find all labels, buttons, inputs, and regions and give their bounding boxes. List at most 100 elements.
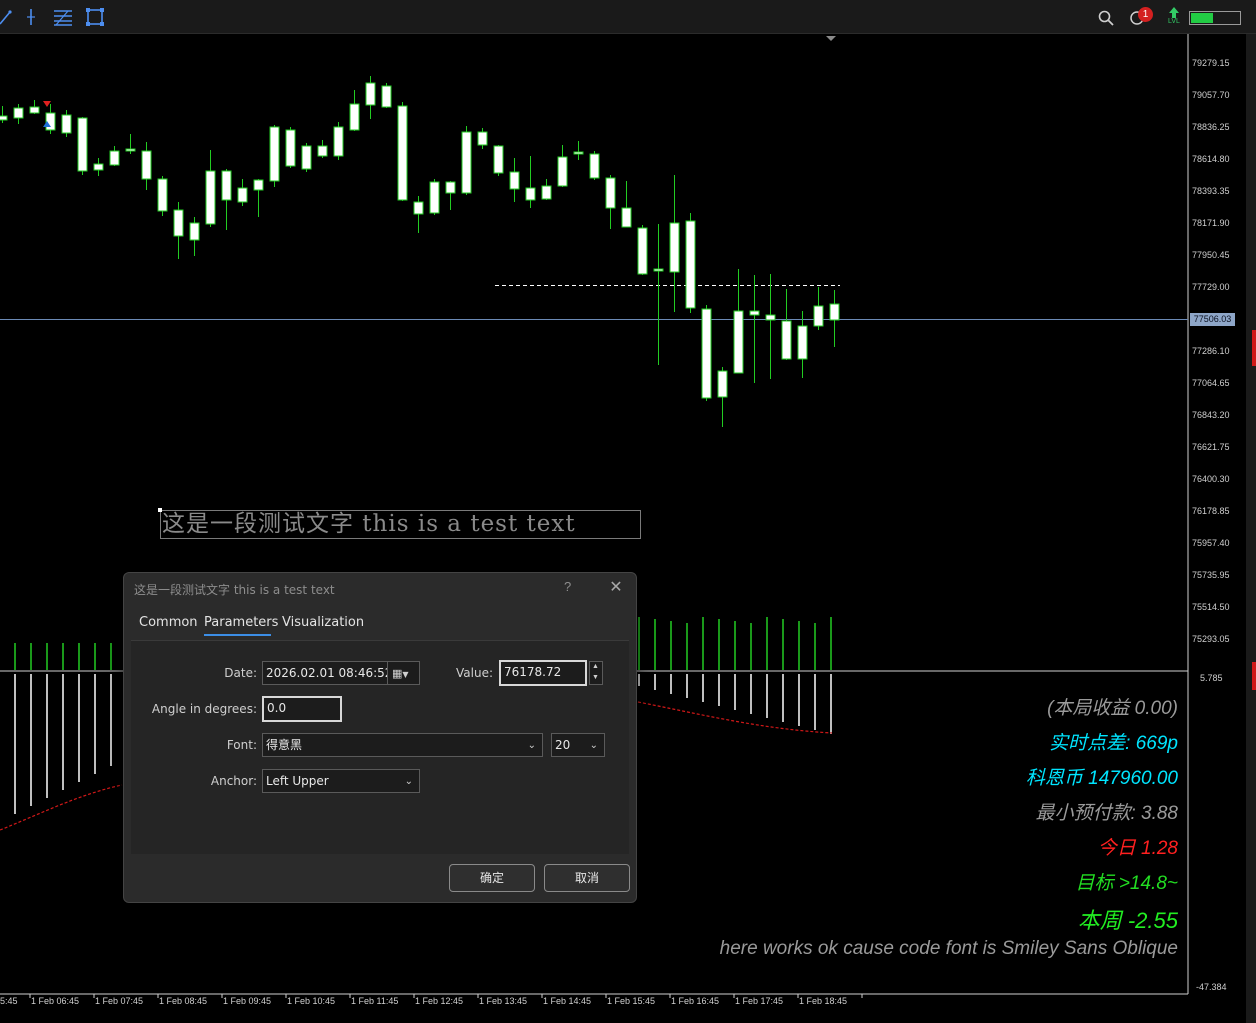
shapes-tool-icon[interactable] [84,6,106,28]
candle-body [317,145,328,157]
candle-body [0,115,8,121]
candle-body [493,145,504,174]
value-input[interactable]: 76178.72 [499,660,587,686]
time-label: 1 Feb 09:45 [223,996,272,1006]
font-select[interactable]: 得意黑 ⌄ [262,733,543,757]
candle-body [285,129,296,167]
battery-level-meter [1189,11,1241,25]
candle-body [749,310,760,316]
price-label: 77729.00 [1192,282,1230,292]
angle-input[interactable]: 0.0 [262,696,342,722]
candle-body [797,325,808,360]
chart-toolbar: 1 LVL [0,0,1256,34]
candle-body [13,107,24,119]
time-label: 1 Feb 06:45 [31,996,80,1006]
candle-body [221,170,232,201]
font-select-value: 得意黑 [266,738,303,752]
active-tab-indicator [204,634,271,636]
time-label: 1 Feb 08:45 [159,996,208,1006]
text-object-anchor-handle[interactable] [158,508,162,512]
price-label: 79057.70 [1192,90,1230,100]
candle-body [205,170,216,225]
cancel-button[interactable]: 取消 [544,864,630,892]
tab-parameters[interactable]: Parameters [204,615,278,630]
price-label: 75514.50 [1192,602,1230,612]
candle-body [29,106,40,114]
balance-label: 科恩币 147960.00 [1025,768,1178,789]
candle-body [109,150,120,166]
candle-body [525,187,536,201]
price-label: 76400.30 [1192,474,1230,484]
candle-body [733,310,744,374]
vertical-line-tool-icon[interactable] [20,6,42,28]
price-label: 75957.40 [1192,538,1230,548]
ok-button[interactable]: 确定 [449,864,535,892]
stepper-up-icon[interactable]: ▲ [592,663,599,670]
level-arrow-icon [1169,7,1179,18]
candle-body [653,268,664,272]
candle-body [781,320,792,360]
font-label: Font: [226,738,257,752]
value-stepper[interactable]: ▲ ▼ [589,661,603,685]
help-button[interactable]: ? [564,579,571,594]
search-icon[interactable] [1098,10,1114,26]
candle-body [445,181,456,194]
fibonacci-tool-icon[interactable] [52,6,74,28]
chevron-down-icon: ⌄ [527,740,536,751]
notification-badge: 1 [1138,7,1153,22]
time-label: 1 Feb 17:45 [735,996,784,1006]
indicator-axis-top: 5.785 [1200,673,1223,683]
candle-body [381,85,392,108]
candle-body [573,151,584,155]
trendline-tool-icon[interactable] [0,6,18,28]
candle-body [669,222,680,273]
candle-body [269,126,280,182]
price-label: 75293.05 [1192,634,1230,644]
current-price-tag: 77506.03 [1190,313,1235,326]
candle-body [637,227,648,275]
week-profit-label: 本周 -2.55 [1077,908,1178,933]
sell-marker-icon [43,101,51,107]
candle-body [717,370,728,398]
anchor-select-value: Left Upper [266,774,329,788]
font-size-select[interactable]: 20 ⌄ [551,733,605,757]
tab-visualization[interactable]: Visualization [282,615,364,630]
battery-level-fill [1191,13,1213,23]
parameters-panel: Date: 2026.02.01 08:46:52 ▦▼ Value: 7617… [131,640,629,854]
session-profit-label: (本局收益 0.00) [1047,698,1178,719]
price-label: 79279.15 [1192,58,1230,68]
anchor-label: Anchor: [210,774,257,788]
candle-body [685,220,696,309]
tab-common[interactable]: Common [139,615,198,630]
close-icon[interactable]: ✕ [607,577,625,596]
candle-body [301,145,312,170]
time-label: 1 Feb 18:45 [799,996,848,1006]
candle-body [589,153,600,179]
candle-body [621,207,632,228]
stepper-down-icon[interactable]: ▼ [592,674,599,681]
price-label: 78614.80 [1192,154,1230,164]
time-label: 1 Feb 15:45 [607,996,656,1006]
candle-body [829,303,840,321]
time-label: 1 Feb 13:45 [479,996,528,1006]
candle-body [253,179,264,191]
calendar-icon: ▦ [392,667,403,680]
candle-body [813,305,824,327]
text-properties-dialog: 这是一段测试文字 this is a test text ? ✕ Common … [123,572,637,903]
candle-body [365,82,376,106]
candle-body [397,105,408,201]
chart-text-object[interactable]: 这是一段测试文字 this is a test text [160,510,641,539]
candle-body [237,187,248,203]
date-input[interactable]: 2026.02.01 08:46:52 [262,661,388,685]
date-picker-button[interactable]: ▦▼ [387,661,420,685]
candle-body [93,163,104,171]
anchor-select[interactable]: Left Upper ⌄ [262,769,420,793]
candle-body [157,178,168,212]
candle-body [477,131,488,146]
dialog-title: 这是一段测试文字 this is a test text [134,583,335,597]
time-label: 5:45 [0,996,18,1006]
level-label: LVL [1168,18,1180,25]
value-label: Value: [456,666,493,680]
chevron-down-icon: ▼ [402,670,409,679]
price-label: 77950.45 [1192,250,1230,260]
